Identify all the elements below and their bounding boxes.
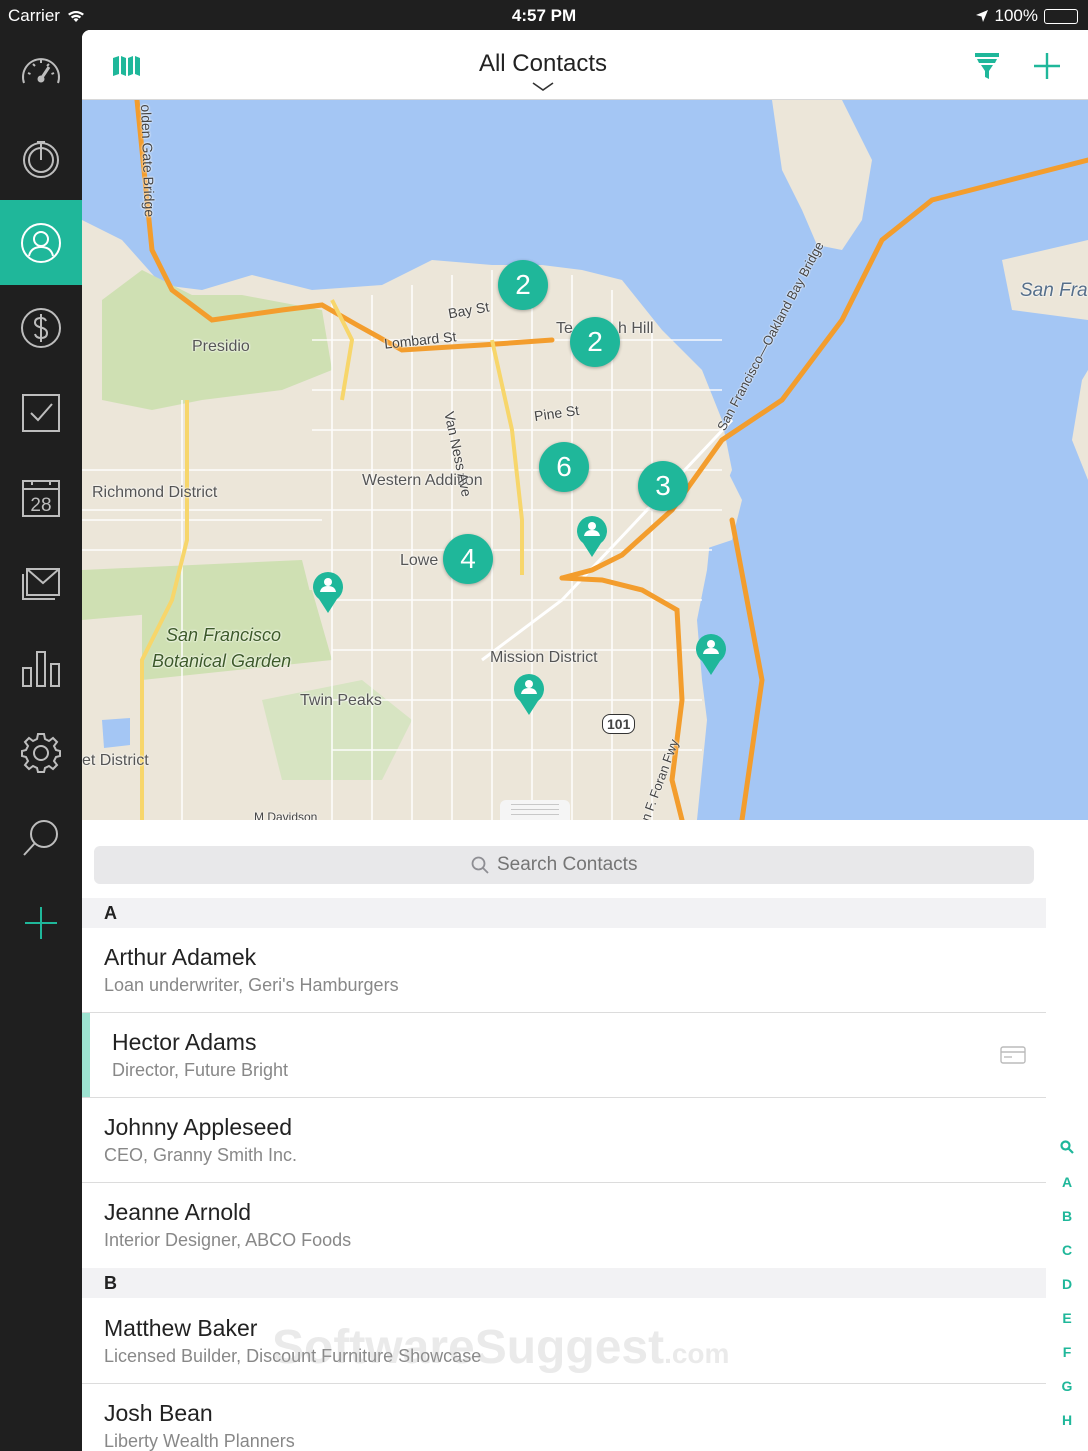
business-card-icon[interactable] — [1000, 1046, 1026, 1064]
calendar-icon: 28 — [22, 479, 60, 517]
map-label-twin-peaks: Twin Peaks — [300, 692, 382, 709]
page-title[interactable]: All Contacts — [82, 50, 1004, 78]
navbar: All Contacts — [82, 30, 1088, 100]
contacts-icon — [21, 222, 61, 263]
filter-button[interactable] — [969, 48, 1005, 84]
mail-icon — [22, 567, 60, 600]
contact-subtitle: Loan underwriter, Geri's Hamburgers — [104, 975, 399, 995]
sidebar-item-add[interactable] — [0, 880, 82, 965]
contact-name: Jeanne Arnold — [104, 1199, 252, 1225]
index-search-icon[interactable] — [1052, 1140, 1082, 1174]
index-letter[interactable]: C — [1052, 1242, 1082, 1276]
highway-101-shield: 101 — [602, 714, 636, 734]
contact-subtitle: CEO, Granny Smith Inc. — [104, 1145, 298, 1165]
timer-icon — [23, 140, 59, 178]
index-letter[interactable]: H — [1052, 1412, 1082, 1446]
battery-status: 100% — [975, 6, 1078, 26]
contact-name: Hector Adams — [112, 1029, 257, 1055]
status-bar: Carrier 4:57 PM 100% — [0, 0, 1088, 30]
search-icon — [471, 856, 489, 874]
battery-percent: 100% — [994, 6, 1038, 25]
contact-row[interactable]: Hector Adams Director, Future Bright — [82, 1013, 1046, 1098]
search-input[interactable] — [497, 854, 657, 876]
dollar-icon — [21, 307, 61, 348]
map-cluster[interactable]: 2 — [570, 317, 620, 367]
location-arrow-icon — [975, 10, 988, 22]
map-label-telegraph-hill: h Hill — [618, 320, 654, 337]
map-cluster[interactable]: 2 — [498, 260, 548, 310]
contacts-map[interactable]: Presidio Richmond District Western Addit… — [82, 100, 1088, 820]
watermark: SoftwareSuggest.com — [272, 1321, 730, 1374]
sidebar-item-deals[interactable] — [0, 285, 82, 370]
search-icon — [23, 819, 58, 856]
map-label-san-francisco: San Fra — [1020, 280, 1088, 301]
map-cluster[interactable]: 6 — [539, 442, 589, 492]
sidebar-item-search[interactable] — [0, 795, 82, 880]
contact-name: Josh Bean — [104, 1400, 213, 1426]
section-header-a: A — [82, 898, 1046, 928]
search-bar[interactable] — [94, 846, 1034, 884]
map-label-sunset: et District — [82, 752, 149, 769]
map-cluster[interactable]: 4 — [443, 534, 493, 584]
filter-icon — [975, 53, 999, 79]
index-letter[interactable]: B — [1052, 1208, 1082, 1242]
map-drag-handle[interactable] — [500, 800, 570, 820]
map-label-botanical-2: Botanical Garden — [152, 651, 292, 671]
status-time: 4:57 PM — [511, 6, 577, 25]
sidebar-item-tasks[interactable] — [0, 370, 82, 455]
sidebar-item-settings[interactable] — [0, 710, 82, 795]
index-letter[interactable]: F — [1052, 1344, 1082, 1378]
contact-name: Matthew Baker — [104, 1315, 258, 1341]
contact-pin-icon[interactable] — [311, 570, 345, 614]
svg-text:28: 28 — [30, 495, 51, 516]
contact-subtitle: Liberty Wealth Planners — [104, 1431, 295, 1451]
speedometer-icon — [22, 57, 60, 83]
battery-icon — [1044, 8, 1078, 24]
contact-pin-icon[interactable] — [575, 514, 609, 558]
map-cluster[interactable]: 3 — [638, 461, 688, 511]
sidebar: 28 — [0, 30, 82, 1451]
contact-row[interactable]: Arthur Adamek Loan underwriter, Geri's H… — [82, 928, 1046, 1013]
map-label-botanical-1: San Francisco — [166, 625, 282, 645]
sidebar-item-reports[interactable] — [0, 625, 82, 710]
index-letter[interactable]: G — [1052, 1378, 1082, 1412]
add-contact-button[interactable] — [1029, 48, 1065, 84]
bar-chart-icon — [22, 650, 60, 687]
contact-row[interactable]: Jeanne Arnold Interior Designer, ABCO Fo… — [82, 1183, 1046, 1268]
gear-icon — [21, 732, 61, 773]
alphabet-index[interactable]: A B C D E F G H — [1052, 1140, 1082, 1446]
chevron-down-icon[interactable] — [532, 82, 554, 92]
selection-marker — [82, 1013, 90, 1097]
contact-subtitle: Director, Future Bright — [112, 1060, 289, 1080]
map-label-mission: Mission District — [490, 649, 598, 666]
sidebar-item-contacts[interactable] — [0, 200, 82, 285]
checkbox-icon — [22, 393, 60, 432]
contact-subtitle: Interior Designer, ABCO Foods — [104, 1230, 352, 1250]
contact-name: Arthur Adamek — [104, 944, 257, 970]
index-letter[interactable]: A — [1052, 1174, 1082, 1208]
contact-name: Johnny Appleseed — [104, 1114, 292, 1140]
index-letter[interactable]: E — [1052, 1310, 1082, 1344]
sidebar-item-mail[interactable] — [0, 540, 82, 625]
map-label-lower: Lowe — [400, 552, 439, 569]
plus-icon — [1034, 53, 1060, 79]
sidebar-item-timer[interactable] — [0, 115, 82, 200]
davidson-label: M Davidson — [254, 810, 318, 820]
index-letter[interactable]: D — [1052, 1276, 1082, 1310]
main-panel: All Contacts Presidio Richmond District … — [82, 30, 1088, 1451]
section-header-b: B — [82, 1268, 1046, 1298]
plus-icon — [25, 906, 57, 939]
map-label-presidio: Presidio — [192, 338, 250, 355]
contact-pin-icon[interactable] — [694, 632, 728, 676]
contact-row[interactable]: Johnny Appleseed CEO, Granny Smith Inc. — [82, 1098, 1046, 1183]
sidebar-item-calendar[interactable]: 28 — [0, 455, 82, 540]
map-label-richmond: Richmond District — [92, 484, 218, 501]
contact-pin-icon[interactable] — [512, 672, 546, 716]
contact-row[interactable]: Josh Bean Liberty Wealth Planners — [82, 1384, 1046, 1451]
sidebar-item-dashboard[interactable] — [0, 30, 82, 115]
